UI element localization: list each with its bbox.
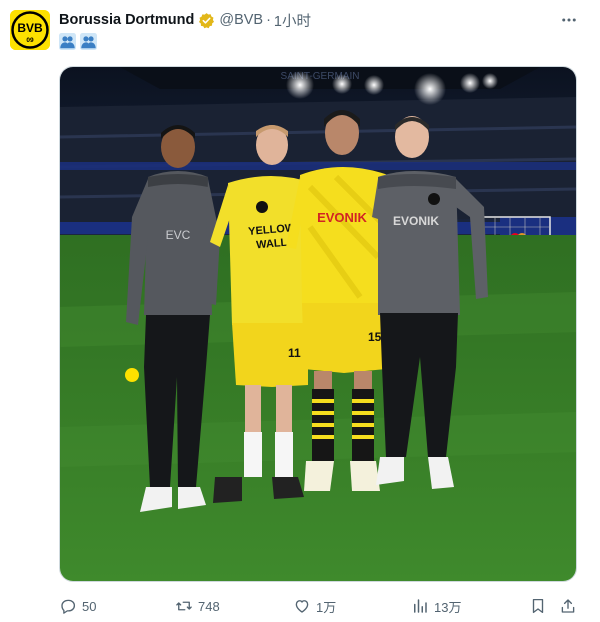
post-media-photo[interactable]: SAINT-GERMAIN mastercard EVC bbox=[59, 66, 577, 582]
post-header: Borussia Dortmund @BVB · 1小时 bbox=[59, 10, 311, 30]
shirt-sponsor-player-4: EVONIK bbox=[393, 214, 439, 228]
svg-text:EVC: EVC bbox=[166, 228, 191, 242]
like-count: 1万 bbox=[316, 599, 337, 615]
people-hugging-icon bbox=[59, 33, 76, 50]
separator-dot: · bbox=[266, 12, 271, 28]
share-button[interactable] bbox=[559, 596, 577, 616]
views-button[interactable]: 13万 bbox=[411, 596, 461, 616]
reply-count: 50 bbox=[82, 598, 97, 614]
repost-button[interactable]: 748 bbox=[175, 596, 220, 616]
post-action-bar: 50 748 1万 13万 bbox=[59, 596, 579, 616]
author-handle[interactable]: @BVB bbox=[219, 12, 263, 28]
avatar-logo-text: BVB bbox=[17, 21, 43, 35]
shorts-number-11: 11 bbox=[288, 346, 301, 360]
like-button[interactable]: 1万 bbox=[293, 596, 336, 616]
more-horizontal-icon bbox=[562, 18, 576, 22]
repost-count: 748 bbox=[198, 598, 220, 614]
shorts-number-15: 15 bbox=[368, 330, 382, 344]
bookmark-button[interactable] bbox=[529, 596, 547, 616]
reply-button[interactable]: 50 bbox=[59, 596, 96, 616]
reply-icon bbox=[61, 599, 76, 614]
bvb-avatar[interactable]: BVB 09 bbox=[10, 10, 50, 50]
share-icon bbox=[561, 599, 575, 613]
view-count: 13万 bbox=[434, 599, 462, 615]
heart-icon bbox=[295, 600, 309, 613]
post-timestamp[interactable]: 1小时 bbox=[274, 10, 311, 31]
people-hugging-icon bbox=[80, 33, 97, 50]
author-name[interactable]: Borussia Dortmund bbox=[59, 12, 194, 28]
analytics-icon bbox=[414, 599, 427, 613]
more-options-button[interactable] bbox=[560, 11, 578, 34]
bookmark-icon bbox=[532, 598, 544, 614]
post-text bbox=[59, 33, 97, 50]
verified-badge-icon bbox=[198, 12, 215, 29]
repost-icon bbox=[176, 601, 192, 611]
avatar-logo-number: 09 bbox=[26, 37, 34, 44]
shirt-sponsor-player-3: EVONIK bbox=[317, 210, 367, 225]
